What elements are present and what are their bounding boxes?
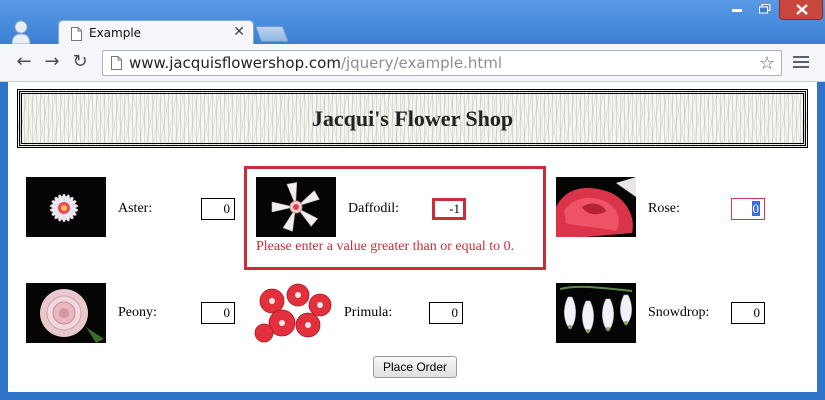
peony-quantity-input[interactable]: 0 [201,302,235,324]
forward-arrow-icon[interactable]: → [42,52,62,72]
browser-toolbar: ← → ↻ www.jacquisflowershop.com/jquery/e… [0,44,825,82]
error-message: Please enter a value greater than or equ… [256,239,515,254]
tab-title: Example [89,26,142,40]
url-text[interactable]: www.jacquisflowershop.com/jquery/example… [129,54,502,72]
primula-quantity-input[interactable]: 0 [429,302,463,324]
flower-label: Aster: [118,201,153,216]
close-icon [796,4,808,15]
title-bar: Example ✕ [0,0,825,46]
user-profile-icon[interactable] [8,18,34,44]
peony-image [26,283,106,343]
snowdrop-quantity-input[interactable]: 0 [731,302,765,324]
flower-label: Peony: [118,305,157,320]
rose-quantity-input[interactable]: 0 [731,198,765,220]
flower-label: Primula: [344,305,393,320]
page-title: Jacqui's Flower Shop [311,106,514,131]
flower-label: Rose: [648,201,680,216]
flower-label: Snowdrop: [648,305,710,320]
reload-icon[interactable]: ↻ [70,52,90,72]
address-bar[interactable]: www.jacquisflowershop.com/jquery/example… [102,50,782,76]
new-tab-button[interactable] [255,26,289,42]
browser-tab[interactable]: Example ✕ [58,20,254,46]
bookmark-star-icon[interactable]: ☆ [759,53,775,74]
daffodil-quantity-input[interactable]: -1 [432,198,466,220]
minimize-icon [732,9,742,12]
minimize-button[interactable] [724,0,752,20]
daffodil-image [256,177,336,237]
url-domain: www.jacquisflowershop.com [129,54,341,72]
page-viewport: Jacqui's Flower Shop Aster: 0 Daffodil: … [8,82,817,392]
back-arrow-icon[interactable]: ← [14,52,34,72]
aster-quantity-input[interactable]: 0 [201,198,235,220]
document-icon [71,27,82,41]
page-icon [111,56,122,70]
place-order-button[interactable]: Place Order [373,356,457,378]
flower-label: Daffodil: [348,201,400,216]
tab-close-icon[interactable]: ✕ [233,24,245,40]
aster-image [26,177,106,237]
primula-image [254,283,334,343]
rose-image [556,177,636,237]
selected-text: 0 [751,201,760,216]
maximize-button[interactable] [752,0,778,20]
header-banner: Jacqui's Flower Shop [17,89,808,148]
snowdrop-image [556,283,636,343]
menu-icon[interactable] [793,56,809,70]
url-path: /jquery/example.html [340,54,503,72]
close-window-button[interactable] [779,0,823,20]
restore-icon [759,4,771,14]
